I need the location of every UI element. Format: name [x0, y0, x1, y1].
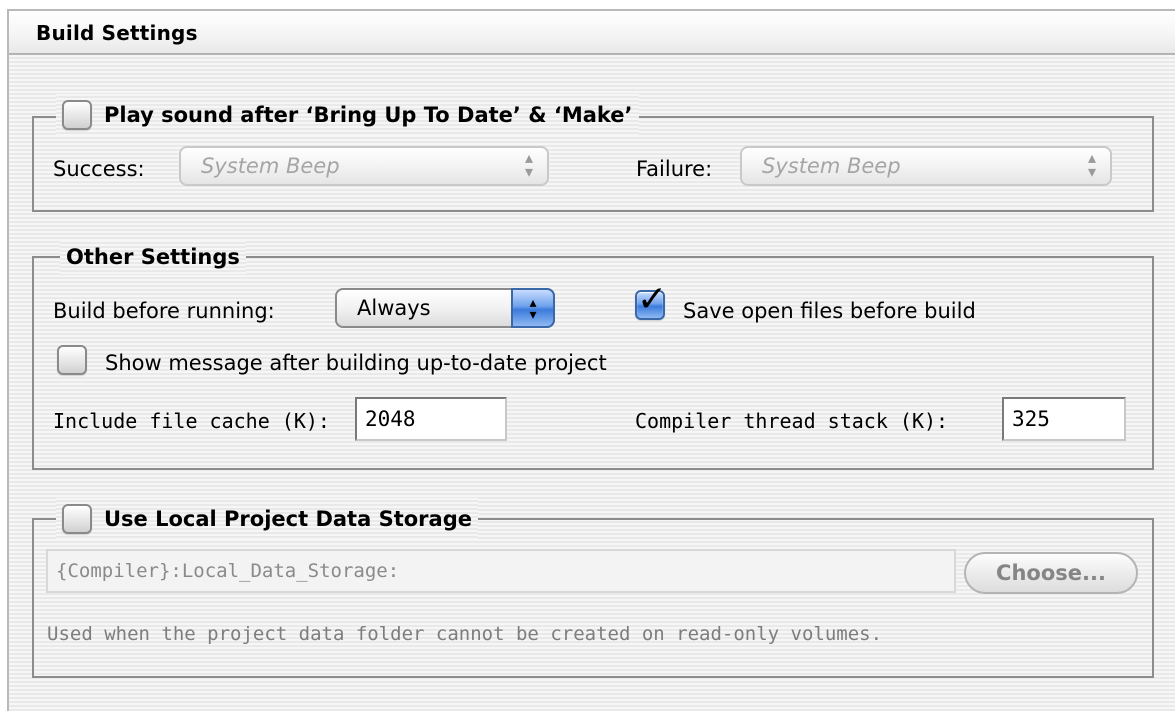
failure-label: Failure: — [636, 157, 713, 181]
other-settings-title: Other Settings — [66, 245, 240, 269]
include-cache-input[interactable]: 2048 — [355, 397, 507, 441]
include-cache-label: Include file cache (K): — [53, 409, 330, 433]
success-sound-popup[interactable]: System Beep ▴ ▾ — [179, 146, 549, 186]
play-sound-label: Play sound after ‘Bring Up To Date’ & ‘M… — [104, 103, 633, 127]
failure-sound-popup[interactable]: System Beep ▴ ▾ — [740, 146, 1112, 186]
storage-note: Used when the project data folder cannot… — [47, 623, 883, 645]
success-label: Success: — [53, 157, 145, 181]
build-settings-panel: Build Settings Play sound after ‘Bring U… — [7, 9, 1175, 711]
storage-group — [32, 518, 1154, 678]
local-storage-checkbox[interactable] — [62, 504, 92, 534]
up-down-arrows-icon: ▴ ▾ — [524, 150, 534, 181]
page-title: Build Settings — [36, 21, 198, 45]
up-down-arrows-icon: ▴ ▾ — [511, 288, 555, 328]
thread-stack-label: Compiler thread stack (K): — [635, 409, 949, 433]
show-message-label: Show message after building up-to-date p… — [105, 351, 607, 375]
show-message-checkbox[interactable] — [57, 345, 87, 375]
build-before-label: Build before running: — [53, 299, 275, 323]
thread-stack-input[interactable]: 325 — [1002, 397, 1126, 441]
save-open-files-checkbox[interactable]: ✓ — [635, 282, 667, 320]
checkmark-icon: ✓ — [637, 279, 668, 320]
save-open-files-label: Save open files before build — [683, 299, 976, 323]
choose-button[interactable]: Choose... — [964, 552, 1138, 594]
success-sound-value: System Beep — [201, 154, 340, 178]
up-down-arrows-icon: ▴ ▾ — [1087, 150, 1097, 181]
play-sound-checkbox[interactable] — [62, 100, 92, 130]
failure-sound-value: System Beep — [762, 154, 901, 178]
build-before-popup[interactable]: Always ▴ ▾ — [335, 288, 555, 328]
panel-header: Build Settings — [9, 11, 1175, 55]
sound-group-legend: Play sound after ‘Bring Up To Date’ & ‘M… — [56, 94, 639, 136]
other-settings-legend: Other Settings — [60, 240, 246, 274]
storage-group-legend: Use Local Project Data Storage — [56, 498, 478, 540]
storage-path-field: {Compiler}:Local_Data_Storage: — [46, 549, 956, 593]
local-storage-label: Use Local Project Data Storage — [104, 507, 472, 531]
